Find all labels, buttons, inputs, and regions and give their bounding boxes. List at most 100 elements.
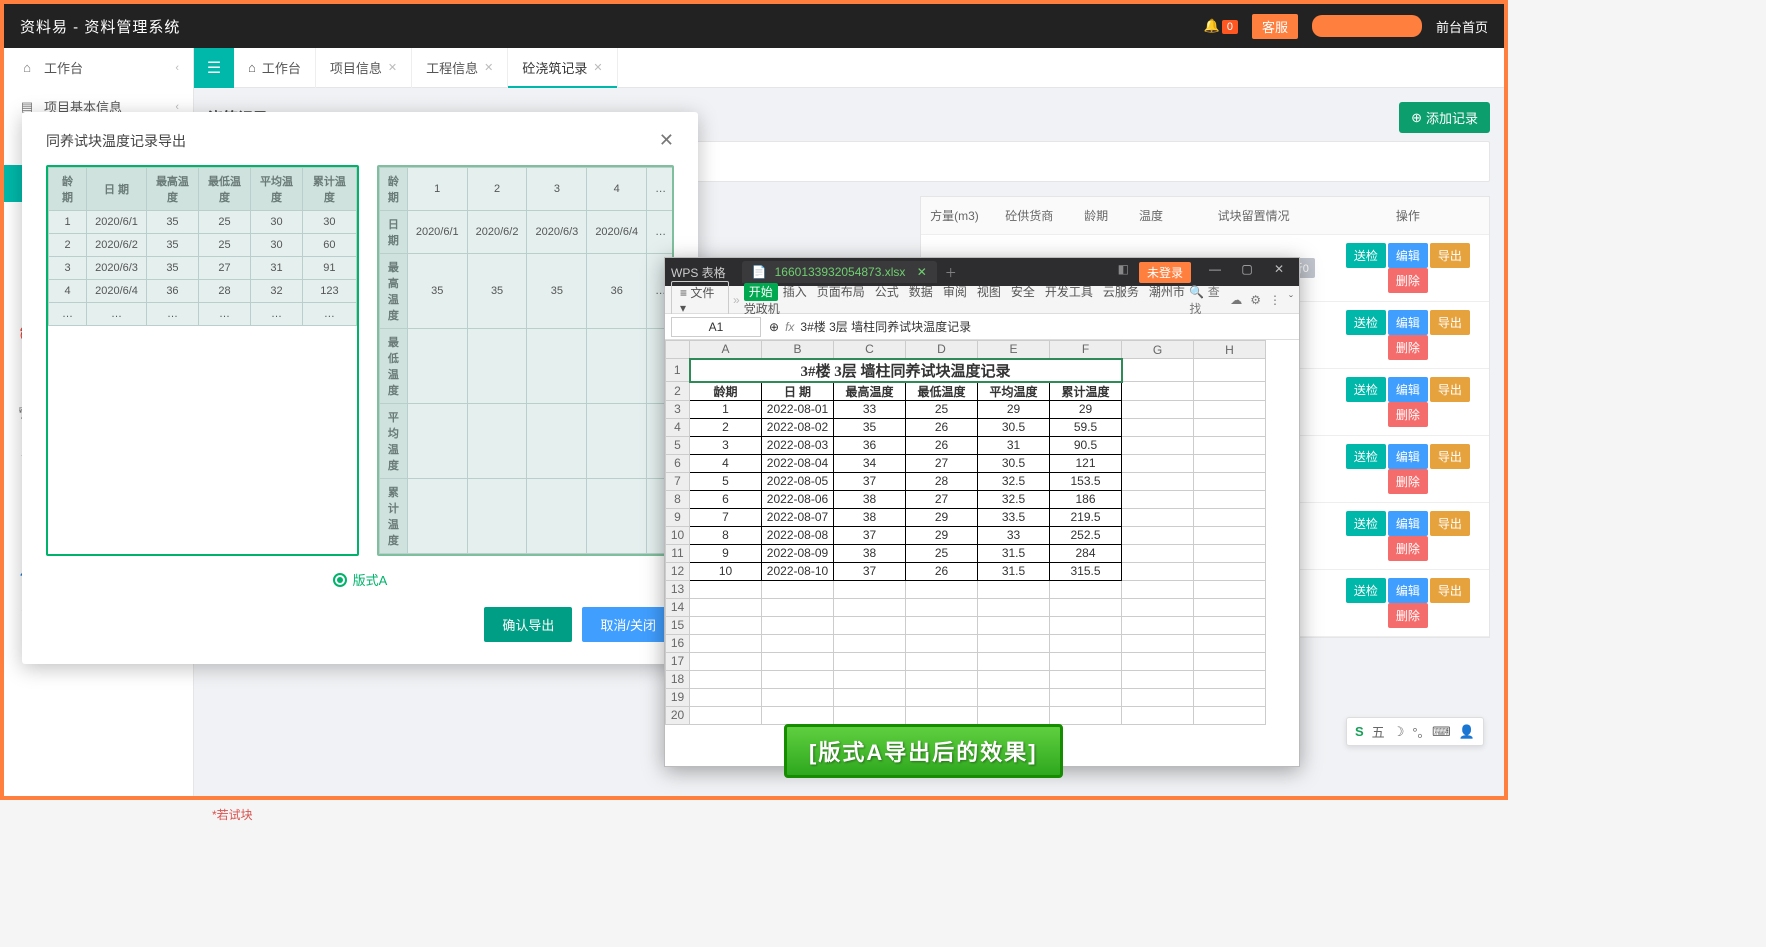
- op-export[interactable]: 导出: [1430, 444, 1470, 469]
- wps-formula-bar: A1 ⊕ fx 3#楼 3层 墙柱同养试块温度记录: [665, 314, 1299, 340]
- ime-keyboard-icon[interactable]: ⌨: [1432, 724, 1451, 740]
- ime-moon-icon[interactable]: ☽: [1393, 724, 1405, 740]
- ribbon-tab[interactable]: 安全: [1006, 283, 1040, 301]
- plus-icon: ⊕: [1411, 110, 1422, 126]
- radio-checked-icon: [333, 573, 347, 587]
- op-export[interactable]: 导出: [1430, 578, 1470, 603]
- op-edit[interactable]: 编辑: [1388, 243, 1428, 268]
- format-b-preview[interactable]: 龄 期1234…日 期2020/6/12020/6/22020/6/32020/…: [377, 165, 674, 556]
- col-age[interactable]: 龄期: [1071, 197, 1122, 234]
- home-link[interactable]: 前台首页: [1436, 17, 1488, 36]
- wps-name-box[interactable]: A1: [671, 317, 761, 337]
- format-a-radio[interactable]: 版式A: [46, 570, 674, 589]
- export-modal: 同养试块温度记录导出 ✕ 龄 期日 期最高温度最低温度平均温度累计温度12020…: [22, 112, 698, 664]
- op-send[interactable]: 送检: [1346, 578, 1386, 603]
- tab-icon: ⌂: [248, 60, 256, 75]
- ime-toolbar[interactable]: S 五 ☽ °｡ ⌨ 👤: [1346, 717, 1484, 746]
- wps-formula-text[interactable]: 3#楼 3层 墙柱同养试块温度记录: [800, 318, 971, 335]
- col-volume[interactable]: 方量(m3): [921, 197, 988, 234]
- wps-file-tab[interactable]: 📄 1660133932054873.xlsx ✕: [742, 261, 937, 283]
- notification-bell[interactable]: 🔔0: [1204, 18, 1238, 34]
- add-record-button[interactable]: ⊕添加记录: [1399, 102, 1490, 133]
- op-export[interactable]: 导出: [1430, 243, 1470, 268]
- wps-new-tab[interactable]: ＋: [945, 264, 957, 281]
- ribbon-tab[interactable]: 页面布局: [812, 283, 870, 301]
- tab-menu-icon[interactable]: ☰: [194, 48, 234, 88]
- op-send[interactable]: 送检: [1346, 511, 1386, 536]
- op-send[interactable]: 送检: [1346, 243, 1386, 268]
- op-send[interactable]: 送检: [1346, 310, 1386, 335]
- notification-count: 0: [1222, 20, 1238, 34]
- op-delete[interactable]: 删除: [1388, 536, 1428, 561]
- modal-title: 同养试块温度记录导出: [46, 131, 186, 151]
- op-delete[interactable]: 删除: [1388, 268, 1428, 293]
- ime-mode[interactable]: 五: [1372, 722, 1385, 741]
- cancel-close-button[interactable]: 取消/关闭: [582, 607, 674, 642]
- footnote: *若试块: [212, 806, 253, 823]
- col-temp[interactable]: 温度: [1122, 197, 1181, 234]
- wps-file-menu[interactable]: ≡ 文件 ▾: [671, 281, 729, 318]
- minimize-icon[interactable]: —: [1201, 262, 1229, 283]
- user-name-masked[interactable]: [1312, 15, 1422, 37]
- tab[interactable]: 项目信息✕: [316, 48, 412, 88]
- ime-user-icon[interactable]: 👤: [1459, 724, 1475, 740]
- tab-bar: ☰ ⌂工作台项目信息✕工程信息✕砼浇筑记录✕: [194, 48, 1504, 88]
- ribbon-tab[interactable]: 开始: [744, 283, 778, 301]
- ribbon-tab[interactable]: 视图: [972, 283, 1006, 301]
- tab[interactable]: 工程信息✕: [412, 48, 508, 88]
- op-edit[interactable]: 编辑: [1388, 444, 1428, 469]
- tab[interactable]: 砼浇筑记录✕: [508, 48, 617, 88]
- op-delete[interactable]: 删除: [1388, 402, 1428, 427]
- ribbon-tab[interactable]: 云服务: [1098, 283, 1144, 301]
- tab-close-icon[interactable]: ✕: [388, 61, 397, 74]
- wps-fx-icon[interactable]: fx: [785, 320, 794, 334]
- op-send[interactable]: 送检: [1346, 377, 1386, 402]
- tab-close-icon[interactable]: ✕: [484, 61, 493, 74]
- op-edit[interactable]: 编辑: [1388, 310, 1428, 335]
- op-edit[interactable]: 编辑: [1388, 511, 1428, 536]
- ribbon-tab[interactable]: 审阅: [938, 283, 972, 301]
- wps-ribbon: ≡ 文件 ▾ » 开始插入页面布局公式数据审阅视图安全开发工具云服务潮州市党政机…: [665, 286, 1299, 314]
- chevron-icon: ‹: [175, 101, 179, 113]
- op-export[interactable]: 导出: [1430, 310, 1470, 335]
- close-window-icon[interactable]: ✕: [1265, 262, 1293, 283]
- wps-insert-fn-icon[interactable]: ⊕: [769, 320, 779, 334]
- op-export[interactable]: 导出: [1430, 511, 1470, 536]
- ribbon-tab[interactable]: 插入: [778, 283, 812, 301]
- wps-settings-icon[interactable]: ⚙: [1250, 293, 1261, 307]
- op-export[interactable]: 导出: [1430, 377, 1470, 402]
- sidebar-item[interactable]: ⌂工作台‹: [4, 48, 193, 87]
- wps-login-button[interactable]: 未登录: [1139, 262, 1191, 283]
- maximize-icon[interactable]: ▢: [1233, 262, 1261, 283]
- col-supplier[interactable]: 砼供货商: [988, 197, 1071, 234]
- modal-close-icon[interactable]: ✕: [659, 130, 674, 151]
- app-title: 资料易 - 资料管理系统: [20, 16, 180, 37]
- op-delete[interactable]: 删除: [1388, 335, 1428, 360]
- op-edit[interactable]: 编辑: [1388, 377, 1428, 402]
- wps-window: WPS 表格 📄 1660133932054873.xlsx ✕ ＋ ◧ 未登录…: [664, 257, 1300, 767]
- op-delete[interactable]: 删除: [1388, 603, 1428, 628]
- tab-close-icon[interactable]: ✕: [593, 61, 602, 74]
- format-a-preview[interactable]: 龄 期日 期最高温度最低温度平均温度累计温度12020/6/1352530302…: [46, 165, 359, 556]
- ribbon-tab[interactable]: 数据: [904, 283, 938, 301]
- wps-cloud-icon[interactable]: ☁: [1230, 293, 1242, 307]
- ribbon-tab[interactable]: 开发工具: [1040, 283, 1098, 301]
- kefu-button[interactable]: 客服: [1252, 14, 1298, 39]
- topbar: 资料易 - 资料管理系统 🔔0 客服 前台首页: [4, 4, 1504, 48]
- op-send[interactable]: 送检: [1346, 444, 1386, 469]
- wps-more-icon[interactable]: ⋮: [1269, 293, 1281, 307]
- tab[interactable]: ⌂工作台: [234, 48, 316, 88]
- wps-search-icon[interactable]: 🔍 查找: [1189, 283, 1222, 317]
- col-situation[interactable]: 试块留置情况: [1180, 197, 1326, 234]
- wps-sheet[interactable]: ABCDEFGH13#楼 3层 墙柱同养试块温度记录2龄期日 期最高温度最低温度…: [665, 340, 1299, 766]
- op-edit[interactable]: 编辑: [1388, 578, 1428, 603]
- wps-sync-icon[interactable]: ◧: [1118, 262, 1129, 283]
- wps-collapse-icon[interactable]: ˇ: [1289, 293, 1293, 307]
- ime-logo-icon: S: [1355, 724, 1364, 739]
- ime-punct-icon[interactable]: °｡: [1412, 722, 1424, 741]
- ribbon-tab[interactable]: 公式: [870, 283, 904, 301]
- confirm-export-button[interactable]: 确认导出: [484, 607, 572, 642]
- col-operate: 操作: [1327, 197, 1489, 234]
- result-banner: [版式A导出后的效果]: [784, 724, 1063, 778]
- op-delete[interactable]: 删除: [1388, 469, 1428, 494]
